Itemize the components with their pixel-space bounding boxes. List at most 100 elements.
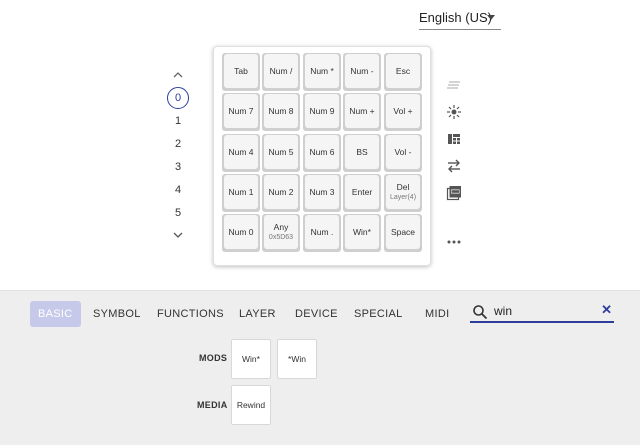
keycap: Num +	[345, 94, 379, 128]
tab-special[interactable]: SPECIAL	[354, 301, 403, 327]
keycap: Num -	[345, 54, 379, 88]
notes-icon[interactable]	[446, 77, 462, 93]
keycap: Enter	[345, 175, 379, 209]
keycap: Num /	[264, 54, 298, 88]
key-label: Num -	[350, 66, 374, 76]
key-label: Esc	[395, 66, 411, 76]
key-r0-c3[interactable]: Num -	[343, 53, 381, 91]
more-icon[interactable]	[446, 234, 462, 250]
key-r1-c1[interactable]: Num 8	[262, 93, 300, 131]
key-label: Num 9	[309, 106, 335, 116]
key-label: Num .	[310, 227, 334, 237]
key-r2-c1[interactable]: Num 5	[262, 134, 300, 172]
tab-symbol[interactable]: SYMBOL	[93, 301, 141, 327]
key-r4-c2[interactable]: Num .	[303, 214, 341, 252]
keycap: Num 6	[305, 135, 339, 169]
key-r2-c4[interactable]: Vol -	[384, 134, 422, 172]
key-r4-c0[interactable]: Num 0	[222, 214, 260, 252]
key-label: Space	[390, 227, 416, 237]
keycap: Num 9	[305, 94, 339, 128]
tab-device[interactable]: DEVICE	[295, 301, 338, 327]
keycap: Any 0x5D63	[264, 215, 298, 249]
keycap: BS	[345, 135, 379, 169]
key-r1-c2[interactable]: Num 9	[303, 93, 341, 131]
key-label: Num 4	[228, 147, 254, 157]
pdf-icon[interactable]	[446, 185, 462, 201]
key-label: Vol -	[394, 147, 412, 157]
key-label: Num 7	[228, 106, 254, 116]
keycap: Vol -	[386, 135, 420, 169]
key-r1-c4[interactable]: Vol +	[384, 93, 422, 131]
keycap: Num 4	[224, 135, 258, 169]
light-icon[interactable]	[446, 104, 462, 120]
key-label: Num 6	[309, 147, 335, 157]
key-r3-c1[interactable]: Num 2	[262, 174, 300, 212]
tab-basic[interactable]: BASIC	[30, 301, 81, 327]
chevron-up-icon[interactable]	[173, 70, 183, 80]
key-r2-c0[interactable]: Num 4	[222, 134, 260, 172]
key-r0-c2[interactable]: Num *	[303, 53, 341, 91]
key-label: Tab	[234, 66, 248, 76]
key-label: Num 1	[228, 187, 254, 197]
key-r3-c0[interactable]: Num 1	[222, 174, 260, 212]
keycap: Space	[386, 215, 420, 249]
key-label: Num 0	[228, 227, 254, 237]
key-label: Win*	[353, 227, 371, 237]
key-label: Any	[273, 222, 289, 232]
key-r2-c3[interactable]: BS	[343, 134, 381, 172]
keycode-star-win[interactable]: *Win	[277, 339, 317, 379]
keycap: Win*	[345, 215, 379, 249]
keycap: Num .	[305, 215, 339, 249]
key-label: Num +	[349, 106, 375, 116]
layer-2-button[interactable]: 2	[160, 133, 196, 155]
key-label: Enter	[351, 187, 373, 197]
key-r0-c1[interactable]: Num /	[262, 53, 300, 91]
keycap: Num 7	[224, 94, 258, 128]
key-r0-c4[interactable]: Esc	[384, 53, 422, 91]
key-r1-c3[interactable]: Num +	[343, 93, 381, 131]
key-sublabel: 0x5D63	[268, 234, 294, 241]
language-select-value: English (US)	[419, 10, 492, 25]
key-label: BS	[356, 147, 368, 157]
key-label: Del	[396, 182, 410, 192]
key-label: Num 5	[268, 147, 294, 157]
tab-functions[interactable]: FUNCTIONS	[157, 301, 224, 327]
category-label-mods: MODS	[199, 353, 228, 363]
key-label: Vol +	[393, 106, 413, 116]
keyboard-layout: Tab Num / Num * Num - Esc Num 7 Num 8 Num 9 Num …	[213, 46, 431, 266]
keycap: Del Layer(4)	[386, 175, 420, 209]
search-input[interactable]	[494, 303, 594, 319]
layout-icon[interactable]	[446, 131, 462, 147]
layer-0-button[interactable]: 0	[167, 87, 189, 109]
keycap: Tab	[224, 54, 258, 88]
search-icon	[473, 305, 488, 320]
key-r4-c1[interactable]: Any 0x5D63	[262, 214, 300, 252]
key-label: Num 2	[268, 187, 294, 197]
key-r0-c0[interactable]: Tab	[222, 53, 260, 91]
keycap: Num 2	[264, 175, 298, 209]
key-r2-c2[interactable]: Num 6	[303, 134, 341, 172]
search-box: ✕	[470, 301, 614, 323]
layer-1-button[interactable]: 1	[160, 110, 196, 132]
keycap: Num 3	[305, 175, 339, 209]
keycap: Num 5	[264, 135, 298, 169]
layer-4-button[interactable]: 4	[160, 179, 196, 201]
language-select[interactable]: English (US)	[419, 6, 501, 30]
tab-layer[interactable]: LAYER	[239, 301, 276, 327]
layer-5-button[interactable]: 5	[160, 202, 196, 224]
key-r3-c3[interactable]: Enter	[343, 174, 381, 212]
clear-search-button[interactable]: ✕	[601, 302, 612, 318]
key-r3-c2[interactable]: Num 3	[303, 174, 341, 212]
keycap: Num 8	[264, 94, 298, 128]
key-r3-c4[interactable]: Del Layer(4)	[384, 174, 422, 212]
key-r4-c4[interactable]: Space	[384, 214, 422, 252]
keycode-win-star[interactable]: Win*	[231, 339, 271, 379]
keycap: Num 1	[224, 175, 258, 209]
swap-icon[interactable]	[446, 158, 462, 174]
key-r1-c0[interactable]: Num 7	[222, 93, 260, 131]
key-r4-c3[interactable]: Win*	[343, 214, 381, 252]
keycode-rewind[interactable]: Rewind	[231, 385, 271, 425]
tab-midi[interactable]: MIDI	[425, 301, 449, 327]
layer-3-button[interactable]: 3	[160, 156, 196, 178]
chevron-down-icon[interactable]	[173, 230, 183, 240]
